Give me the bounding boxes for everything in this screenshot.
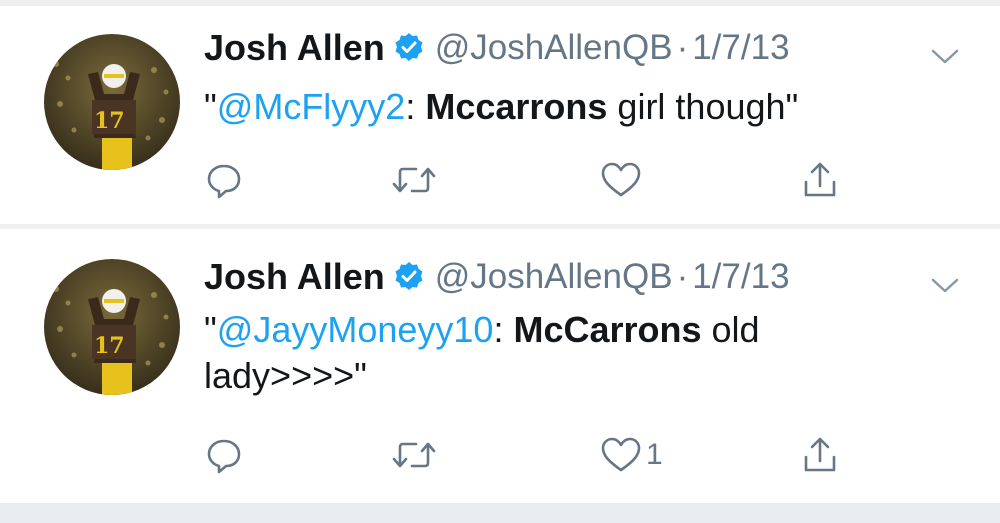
retweet-icon bbox=[392, 167, 436, 193]
verified-badge-icon bbox=[393, 32, 425, 64]
avatar[interactable]: 17 bbox=[44, 259, 180, 395]
reply-icon bbox=[207, 164, 241, 199]
tweet[interactable]: 17 Josh Allen @JoshAllenQB · 1/7/13 "@Ja… bbox=[0, 229, 1000, 503]
author-handle[interactable]: @JoshAllenQB bbox=[435, 257, 673, 297]
author-name[interactable]: Josh Allen bbox=[204, 256, 385, 298]
text-colon: : bbox=[405, 86, 426, 127]
retweet-button[interactable] bbox=[390, 433, 438, 477]
tweet-text: "@JayyMoneyy10: McCarrons old lady>>>>" bbox=[204, 307, 924, 399]
share-button[interactable] bbox=[800, 158, 840, 202]
tweet-actions bbox=[200, 158, 850, 202]
share-icon bbox=[804, 437, 836, 472]
reply-button[interactable] bbox=[204, 158, 244, 202]
text-bold: McCarrons bbox=[513, 309, 702, 350]
chevron-down-icon[interactable] bbox=[928, 46, 962, 68]
heart-icon bbox=[601, 437, 641, 472]
reply-button[interactable] bbox=[204, 433, 244, 477]
text-colon: : bbox=[493, 309, 514, 350]
share-icon bbox=[804, 162, 836, 197]
verified-badge-icon bbox=[393, 261, 425, 293]
timeline-footer bbox=[0, 503, 1000, 523]
retweet-icon bbox=[392, 442, 436, 468]
tweet-header: Josh Allen @JoshAllenQB · 1/7/13 bbox=[204, 255, 790, 299]
heart-icon bbox=[601, 162, 641, 197]
author-name[interactable]: Josh Allen bbox=[204, 27, 385, 69]
svg-text:17: 17 bbox=[94, 333, 125, 359]
retweet-button[interactable] bbox=[390, 158, 438, 202]
avatar[interactable]: 17 bbox=[44, 34, 180, 170]
reply-icon bbox=[207, 439, 241, 474]
tweet-header: Josh Allen @JoshAllenQB · 1/7/13 bbox=[204, 26, 790, 70]
separator-dot: · bbox=[676, 28, 689, 67]
tweet[interactable]: 17 Josh Allen @JoshAllenQB · 1/7/13 "@Mc… bbox=[0, 6, 1000, 224]
like-count: 1 bbox=[646, 438, 663, 471]
chevron-down-icon[interactable] bbox=[928, 275, 962, 297]
like-button[interactable]: 1 bbox=[600, 433, 663, 477]
separator-dot: · bbox=[676, 257, 689, 296]
svg-text:17: 17 bbox=[94, 108, 125, 134]
quote-open: " bbox=[204, 86, 217, 127]
tweet-date[interactable]: 1/7/13 bbox=[692, 257, 789, 297]
text-rest: girl though" bbox=[607, 86, 799, 127]
tweet-actions: 1 bbox=[200, 433, 850, 477]
author-handle[interactable]: @JoshAllenQB bbox=[435, 28, 673, 68]
text-bold: Mccarrons bbox=[425, 86, 608, 127]
mention-link[interactable]: @JayyMoneyy10 bbox=[217, 309, 494, 350]
quote-open: " bbox=[204, 309, 217, 350]
tweet-text: "@McFlyyy2: Mccarrons girl though" bbox=[204, 84, 924, 130]
tweet-date[interactable]: 1/7/13 bbox=[692, 28, 789, 68]
like-button[interactable] bbox=[600, 158, 646, 202]
share-button[interactable] bbox=[800, 433, 840, 477]
mention-link[interactable]: @McFlyyy2 bbox=[217, 86, 406, 127]
